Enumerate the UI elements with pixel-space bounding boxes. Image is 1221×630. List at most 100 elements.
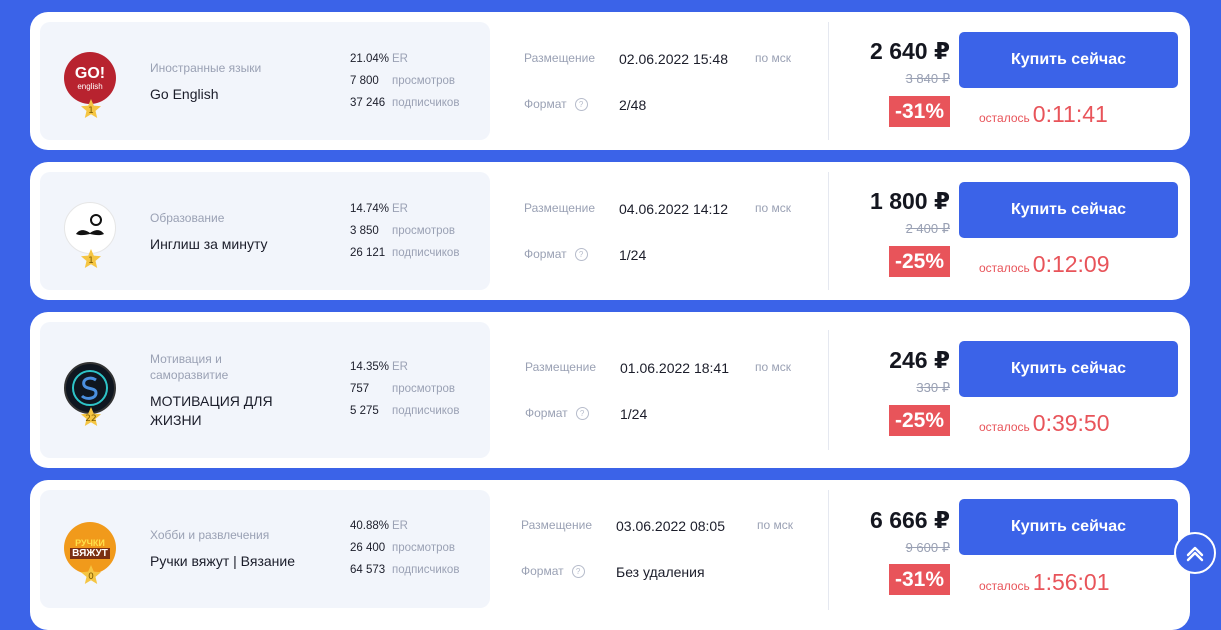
placement-datetime: 01.06.2022 18:41	[620, 360, 729, 376]
rank-number: 22	[85, 413, 97, 424]
current-price: 2 640 ₽	[870, 38, 950, 64]
subscribers-label: подписчиков	[392, 97, 460, 109]
channel-info[interactable]: 1 Образование Инглиш за минуту 14.74% ER …	[40, 172, 490, 290]
subscribers-label: подписчиков	[392, 564, 460, 576]
channel-category: Мотивация и саморазвитие	[150, 352, 229, 382]
offer-card: 1 Образование Инглиш за минуту 14.74% ER …	[30, 162, 1190, 300]
format-label: Формат?	[524, 247, 588, 261]
subscribers-value: 64 573	[350, 564, 386, 576]
channel-info[interactable]: РУЧКИ ВЯЖУТ 0 Хобби и развлечения Ручки …	[40, 490, 490, 608]
divider	[828, 172, 829, 290]
help-icon[interactable]: ?	[575, 407, 589, 420]
timer-value: 0:39:50	[1032, 410, 1110, 436]
channel-stats: 14.74% ER 3 850 просмотров 26 121 подписчик…	[350, 198, 459, 264]
s-logo-icon	[72, 370, 108, 406]
placement-label: Размещение	[524, 201, 595, 215]
channel-category: Иностранные языки	[150, 61, 262, 75]
placement-datetime: 04.06.2022 14:12	[619, 201, 728, 217]
subscribers-label: подписчиков	[392, 405, 460, 417]
rank-star-icon: 1	[80, 98, 102, 120]
timezone-label: по мск	[755, 360, 792, 374]
channel-name[interactable]: МОТИВАЦИЯ ДЛЯ ЖИЗНИ	[150, 392, 290, 430]
views-value: 757	[350, 383, 370, 395]
format-value: 1/24	[620, 406, 648, 422]
channel-avatar	[64, 202, 116, 254]
format-label: Формат?	[524, 97, 588, 111]
rank-star-icon: 22	[80, 406, 102, 428]
current-price: 6 666 ₽	[870, 507, 950, 533]
scroll-to-top-button[interactable]	[1174, 532, 1216, 574]
avatar-logo-text: РУЧКИ	[75, 537, 105, 548]
subscribers-value: 26 121	[350, 247, 386, 259]
rank-star-icon: 0	[80, 564, 102, 586]
old-price: 3 840 ₽	[905, 71, 950, 86]
old-price: 330 ₽	[916, 380, 950, 395]
er-value: 14.74%	[350, 203, 390, 215]
current-price: 1 800 ₽	[870, 188, 950, 214]
er-label: ER	[392, 361, 408, 373]
views-label: просмотров	[392, 542, 455, 554]
countdown-timer: осталось 0:12:09	[979, 251, 1110, 278]
current-price: 246 ₽	[889, 347, 950, 373]
channel-name[interactable]: Ручки вяжут | Вязание	[150, 552, 310, 571]
views-value: 3 850	[350, 225, 379, 237]
subscribers-value: 37 246	[350, 97, 386, 109]
old-price: 9 600 ₽	[905, 540, 950, 555]
channel-stats: 14.35% ER 757 просмотров 5 275 подписчиков	[350, 356, 459, 422]
discount-badge: -31%	[888, 564, 950, 595]
avatar-logo-subtext: ВЯЖУТ	[70, 547, 110, 559]
format-value: 1/24	[619, 247, 647, 263]
format-label: Формат?	[525, 406, 589, 420]
offer-card: РУЧКИ ВЯЖУТ 0 Хобби и развлечения Ручки …	[30, 480, 1190, 630]
help-icon[interactable]: ?	[571, 565, 585, 578]
rank-number: 0	[88, 571, 94, 582]
discount-badge: -31%	[888, 96, 950, 127]
timer-label: осталось	[979, 111, 1030, 125]
old-price: 2 400 ₽	[905, 221, 950, 236]
countdown-timer: осталось 1:56:01	[979, 569, 1110, 596]
divider	[828, 22, 829, 140]
chevron-up-icon	[1186, 546, 1204, 562]
subscribers-label: подписчиков	[392, 247, 460, 259]
help-icon[interactable]: ?	[574, 248, 588, 261]
views-label: просмотров	[392, 75, 455, 87]
help-icon[interactable]: ?	[574, 98, 588, 111]
er-label: ER	[392, 203, 408, 215]
rank-number: 1	[88, 255, 94, 266]
channel-category: Образование	[150, 211, 225, 225]
views-label: просмотров	[392, 225, 455, 237]
buy-now-button[interactable]: Купить сейчас	[959, 499, 1178, 555]
buy-now-button[interactable]: Купить сейчас	[959, 341, 1178, 397]
timer-label: осталось	[979, 261, 1030, 275]
er-label: ER	[392, 53, 408, 65]
placement-label: Размещение	[521, 518, 592, 532]
format-value: Без удаления	[616, 564, 705, 580]
avatar-logo-subtext: english	[77, 81, 103, 91]
rank-star-icon: 1	[80, 248, 102, 270]
timezone-label: по мск	[757, 518, 794, 532]
channel-info[interactable]: GO! english 1 Иностранные языки Go Engli…	[40, 22, 490, 140]
countdown-timer: осталось 0:39:50	[979, 410, 1110, 437]
offer-card: 22 Мотивация и саморазвитие МОТИВАЦИЯ ДЛ…	[30, 312, 1190, 468]
channel-category: Хобби и развлечения	[150, 528, 270, 542]
discount-badge: -25%	[888, 405, 950, 436]
buy-now-button[interactable]: Купить сейчас	[959, 182, 1178, 238]
rank-number: 1	[88, 105, 94, 116]
placement-label: Размещение	[525, 360, 596, 374]
views-value: 26 400	[350, 542, 386, 554]
buy-now-button[interactable]: Купить сейчас	[959, 32, 1178, 88]
timer-value: 0:11:41	[1032, 101, 1108, 127]
placement-label: Размещение	[524, 51, 595, 65]
timezone-label: по мск	[755, 201, 792, 215]
placement-datetime: 02.06.2022 15:48	[619, 51, 728, 67]
divider	[828, 330, 829, 450]
channel-name[interactable]: Инглиш за минуту	[150, 235, 310, 254]
subscribers-value: 5 275	[350, 405, 379, 417]
timezone-label: по мск	[755, 51, 792, 65]
placement-datetime: 03.06.2022 08:05	[616, 518, 725, 534]
channel-info[interactable]: 22 Мотивация и саморазвитие МОТИВАЦИЯ ДЛ…	[40, 322, 490, 458]
channel-name[interactable]: Go English	[150, 85, 310, 104]
er-value: 21.04%	[350, 53, 390, 65]
timer-value: 0:12:09	[1032, 251, 1110, 277]
timer-label: осталось	[979, 579, 1030, 593]
